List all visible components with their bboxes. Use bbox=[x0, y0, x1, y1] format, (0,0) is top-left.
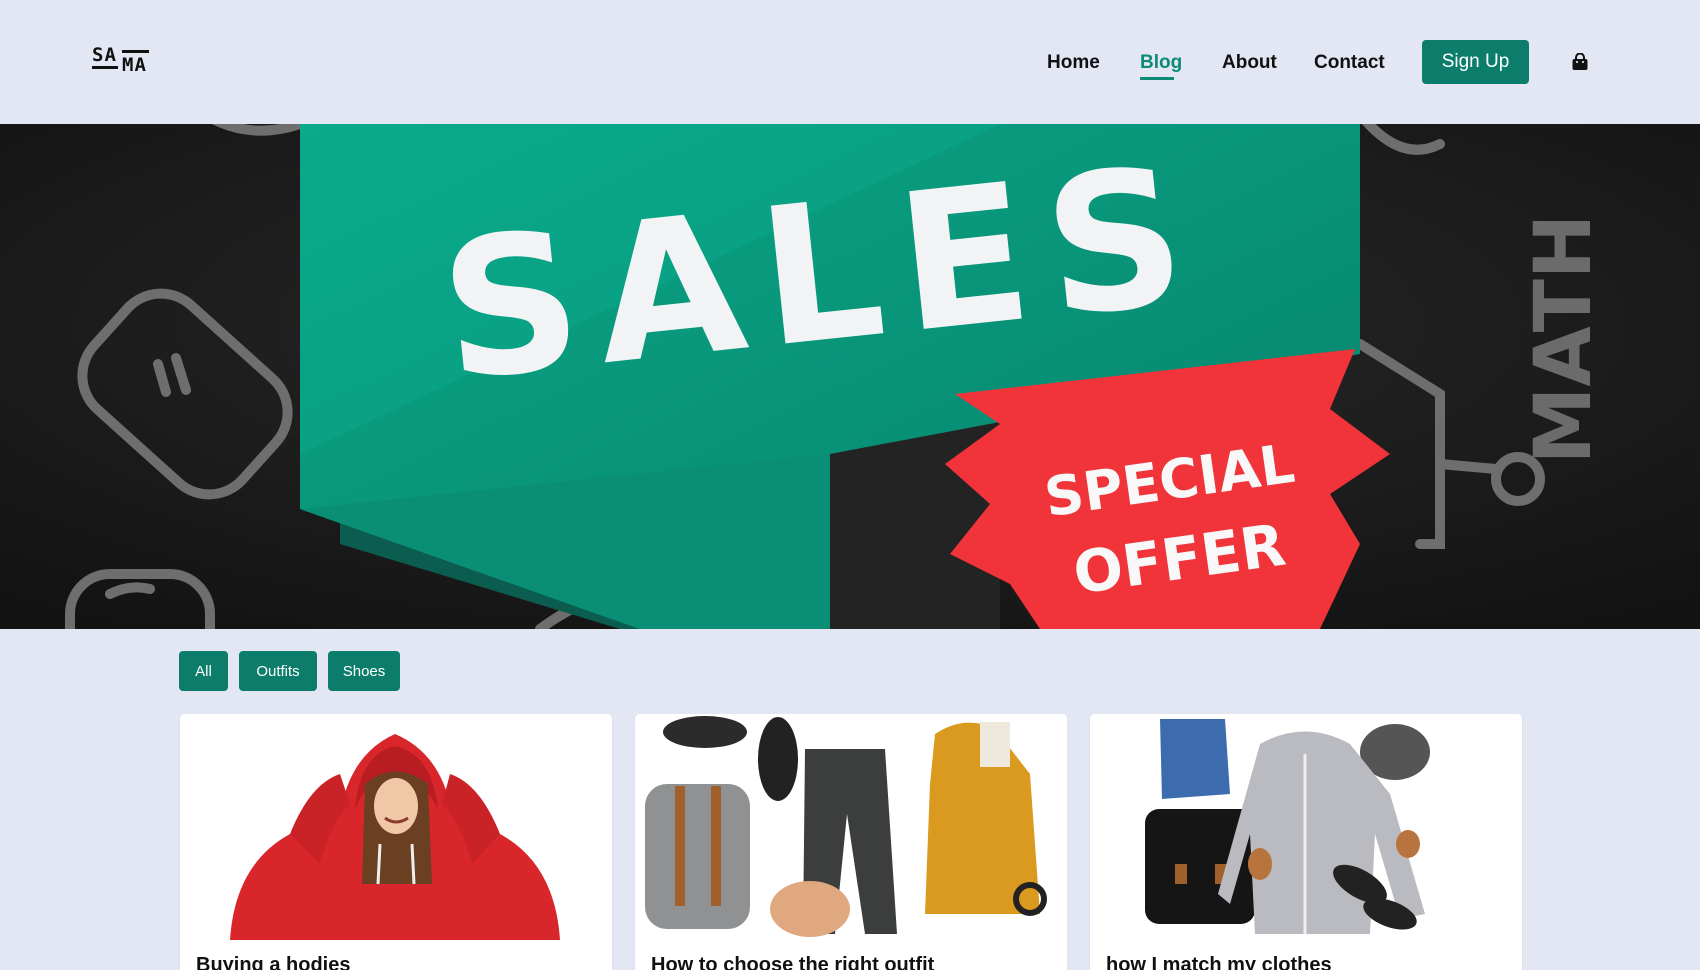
card-title[interactable]: Buying a hodies bbox=[196, 954, 350, 970]
nav-about[interactable]: About bbox=[1222, 52, 1277, 74]
card-image-hoodie bbox=[180, 714, 612, 940]
card-image-outfit-flatlay bbox=[635, 714, 1067, 940]
blog-card[interactable]: Buying a hodies bbox=[180, 714, 612, 970]
card-title[interactable]: How to choose the right outfit bbox=[651, 954, 934, 970]
nav-contact[interactable]: Contact bbox=[1314, 52, 1385, 74]
main-nav: Home Blog About Contact Sign Up bbox=[0, 40, 1700, 86]
nav-home[interactable]: Home bbox=[1047, 52, 1100, 74]
sales-banner-image: MATH SALES SPECIAL OFFER bbox=[0, 124, 1700, 629]
blog-card[interactable]: how I match my clothes bbox=[1090, 714, 1522, 970]
signup-button[interactable]: Sign Up bbox=[1422, 40, 1529, 84]
svg-text:MATH: MATH bbox=[1519, 214, 1609, 464]
hero-banner: MATH SALES SPECIAL OFFER bbox=[0, 124, 1700, 629]
card-title[interactable]: how I match my clothes bbox=[1106, 954, 1332, 970]
filter-all-button[interactable]: All bbox=[179, 651, 228, 691]
site-header: SA MA Home Blog About Contact Sign Up bbox=[0, 0, 1700, 124]
filter-shoes-button[interactable]: Shoes bbox=[328, 651, 400, 691]
blog-card[interactable]: How to choose the right outfit bbox=[635, 714, 1067, 970]
nav-blog[interactable]: Blog bbox=[1140, 52, 1182, 80]
shopping-bag-icon[interactable] bbox=[1571, 53, 1589, 71]
card-image-clothes-match bbox=[1090, 714, 1522, 940]
filter-outfits-button[interactable]: Outfits bbox=[239, 651, 317, 691]
math-doodle-text: MATH bbox=[1519, 214, 1609, 464]
